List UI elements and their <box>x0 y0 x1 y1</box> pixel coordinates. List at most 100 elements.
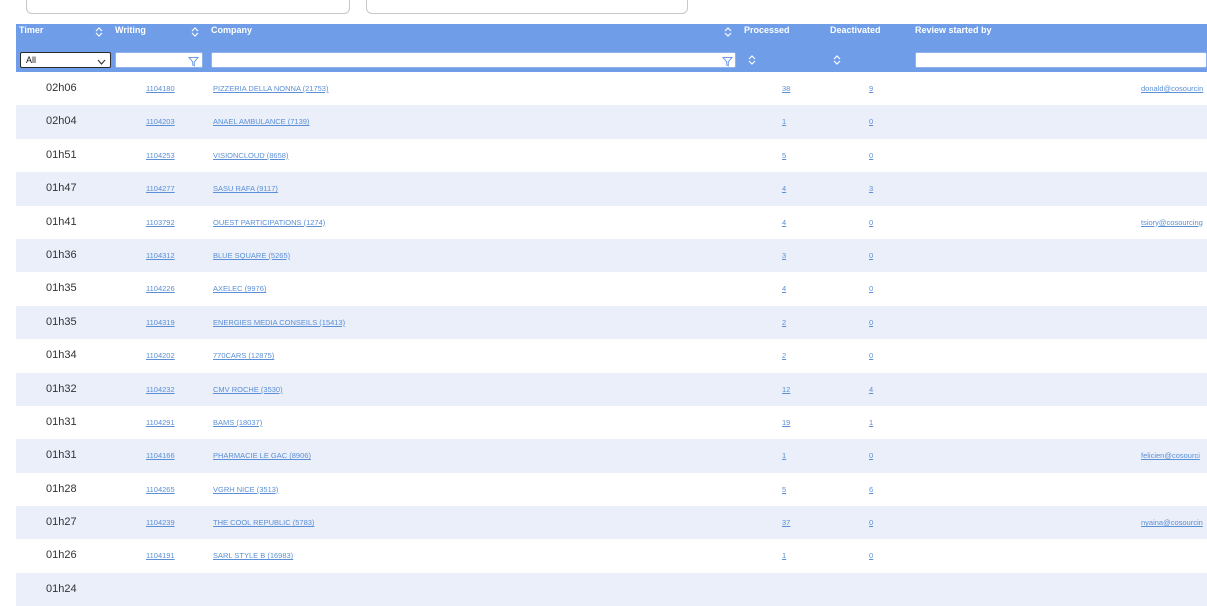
company-link[interactable]: PHARMACIE LE GAC (8906) <box>213 439 311 472</box>
deactivated-link[interactable]: 0 <box>869 206 873 239</box>
company-header[interactable]: Company <box>211 25 252 35</box>
reviewer-link[interactable]: tsiory@cosourcing <box>1141 206 1203 239</box>
writing-filter-icon[interactable] <box>187 54 200 67</box>
deactivated-link[interactable]: 0 <box>869 105 873 138</box>
deactivated-link[interactable]: 9 <box>869 72 873 105</box>
timer-filter-select[interactable]: All <box>20 52 111 68</box>
deactivated-link[interactable]: 3 <box>869 172 873 205</box>
company-link[interactable]: THE COOL REPUBLIC (5783) <box>213 506 314 539</box>
deactivated-link[interactable]: 6 <box>869 473 873 506</box>
company-link[interactable]: OUEST PARTICIPATIONS (1274) <box>213 206 325 239</box>
reviewer-link[interactable]: nyaina@cosourcin <box>1141 506 1203 539</box>
timer-cell: 01h51 <box>46 148 77 161</box>
writing-link[interactable]: 1104226 <box>146 272 175 305</box>
company-filter-input[interactable] <box>211 52 736 68</box>
company-link[interactable]: AXELEC (9976) <box>213 272 266 305</box>
processed-link[interactable]: 5 <box>782 139 786 172</box>
company-link[interactable]: BLUE SQUARE (5265) <box>213 239 290 272</box>
table-row: 01h35 1104226 AXELEC (9976) 4 0 <box>16 272 1207 306</box>
writing-link[interactable]: 1104166 <box>146 439 175 472</box>
top-filter-input-2[interactable] <box>366 0 688 14</box>
company-link[interactable]: VISIONCLOUD (8658) <box>213 139 288 172</box>
company-link[interactable]: SASU RAFA (9117) <box>213 172 278 205</box>
writing-link[interactable]: 1104312 <box>146 239 175 272</box>
grid-body: 02h06 1104180 PIZZERIA DELLA NONNA (21753)… <box>16 72 1207 606</box>
processed-link[interactable]: 3 <box>782 239 786 272</box>
deactivated-link[interactable]: 1 <box>869 406 873 439</box>
timer-header[interactable]: Timer <box>19 25 43 35</box>
processed-link[interactable]: 4 <box>782 172 786 205</box>
company-link[interactable]: 770CARS (12875) <box>213 339 274 372</box>
table-row: 01h27 1104239 THE COOL REPUBLIC (5783) 37 0 n… <box>16 506 1207 540</box>
deactivated-link[interactable]: 0 <box>869 439 873 472</box>
reviewer-filter-input[interactable] <box>915 52 1207 68</box>
processed-link[interactable]: 37 <box>782 506 790 539</box>
company-link[interactable]: VGRH NICE (3513) <box>213 473 278 506</box>
writing-link[interactable]: 1104180 <box>146 72 175 105</box>
writing-link[interactable]: 1103792 <box>146 206 175 239</box>
processed-link[interactable]: 2 <box>782 306 786 339</box>
writing-link[interactable]: 1104265 <box>146 473 175 506</box>
processed-link[interactable]: 38 <box>782 72 790 105</box>
sort-writing-icon[interactable] <box>190 27 200 37</box>
writing-link[interactable]: 1104319 <box>146 306 175 339</box>
writing-header[interactable]: Writing <box>115 25 146 35</box>
review-started-by-header[interactable]: Review started by <box>915 25 992 35</box>
sort-deactivated-icon[interactable] <box>832 55 842 65</box>
writing-link[interactable]: 1104239 <box>146 506 175 539</box>
deactivated-header[interactable]: Deactivated <box>830 25 881 35</box>
timer-cell: 01h34 <box>46 349 77 362</box>
sort-timer-icon[interactable] <box>94 27 104 37</box>
timer-cell: 01h36 <box>46 248 77 261</box>
writing-link[interactable]: 1104191 <box>146 539 175 572</box>
deactivated-link[interactable]: 0 <box>869 272 873 305</box>
writing-link[interactable]: 1104203 <box>146 105 175 138</box>
processed-link[interactable]: 5 <box>782 473 786 506</box>
company-link[interactable]: SARL STYLE B (16983) <box>213 539 293 572</box>
processed-link[interactable]: 1 <box>782 105 786 138</box>
timer-cell: 01h35 <box>46 315 77 328</box>
writing-link[interactable]: 1104291 <box>146 406 175 439</box>
deactivated-link[interactable]: 0 <box>869 239 873 272</box>
processed-link[interactable]: 1 <box>782 539 786 572</box>
company-link[interactable]: PIZZERIA DELLA NONNA (21753) <box>213 72 328 105</box>
table-row: 01h34 1104202 770CARS (12875) 2 0 <box>16 339 1207 373</box>
sort-company-icon[interactable] <box>723 27 733 37</box>
writing-link[interactable]: 1104277 <box>146 172 175 205</box>
timer-cell: 01h24 <box>46 582 77 595</box>
table-row: 01h36 1104312 BLUE SQUARE (5265) 3 0 <box>16 238 1207 273</box>
company-link[interactable]: BAMS (18037) <box>213 406 262 439</box>
table-row: 02h06 1104180 PIZZERIA DELLA NONNA (21753)… <box>16 72 1207 106</box>
deactivated-link[interactable]: 0 <box>869 539 873 572</box>
deactivated-link[interactable]: 4 <box>869 373 873 406</box>
timer-cell: 01h31 <box>46 415 77 428</box>
writing-link[interactable]: 1104232 <box>146 373 175 406</box>
table-row: 01h28 1104265 VGRH NICE (3513) 5 6 <box>16 472 1207 507</box>
processed-header[interactable]: Processed <box>744 25 790 35</box>
company-filter-icon[interactable] <box>721 54 734 67</box>
company-link[interactable]: ANAEL AMBULANCE (7139) <box>213 105 309 138</box>
writing-link[interactable]: 1104253 <box>146 139 175 172</box>
timer-cell: 01h28 <box>46 482 77 495</box>
table-row: 01h31 1104166 PHARMACIE LE GAC (8906) 1 0 fel… <box>16 439 1207 473</box>
processed-link[interactable]: 4 <box>782 206 786 239</box>
deactivated-link[interactable]: 0 <box>869 139 873 172</box>
timer-cell: 01h27 <box>46 516 77 529</box>
processed-link[interactable]: 2 <box>782 339 786 372</box>
timer-cell: 02h06 <box>46 82 77 94</box>
writing-link[interactable]: 1104202 <box>146 339 175 372</box>
processed-link[interactable]: 4 <box>782 272 786 305</box>
processed-link[interactable]: 1 <box>782 439 786 472</box>
sort-processed-icon[interactable] <box>747 55 757 65</box>
table-row: 01h41 1103792 OUEST PARTICIPATIONS (1274) 4… <box>16 205 1207 239</box>
reviewer-link[interactable]: felicien@cosourci <box>1141 439 1200 472</box>
deactivated-link[interactable]: 0 <box>869 506 873 539</box>
processed-link[interactable]: 12 <box>782 373 790 406</box>
company-link[interactable]: CMV ROCHE (3530) <box>213 373 283 406</box>
reviewer-link[interactable]: donald@cosourcin <box>1141 72 1203 105</box>
top-filter-input-1[interactable] <box>26 0 350 14</box>
processed-link[interactable]: 19 <box>782 406 790 439</box>
company-link[interactable]: ENERGIES MEDIA CONSEILS (15413) <box>213 306 345 339</box>
deactivated-link[interactable]: 0 <box>869 339 873 372</box>
deactivated-link[interactable]: 0 <box>869 306 873 339</box>
